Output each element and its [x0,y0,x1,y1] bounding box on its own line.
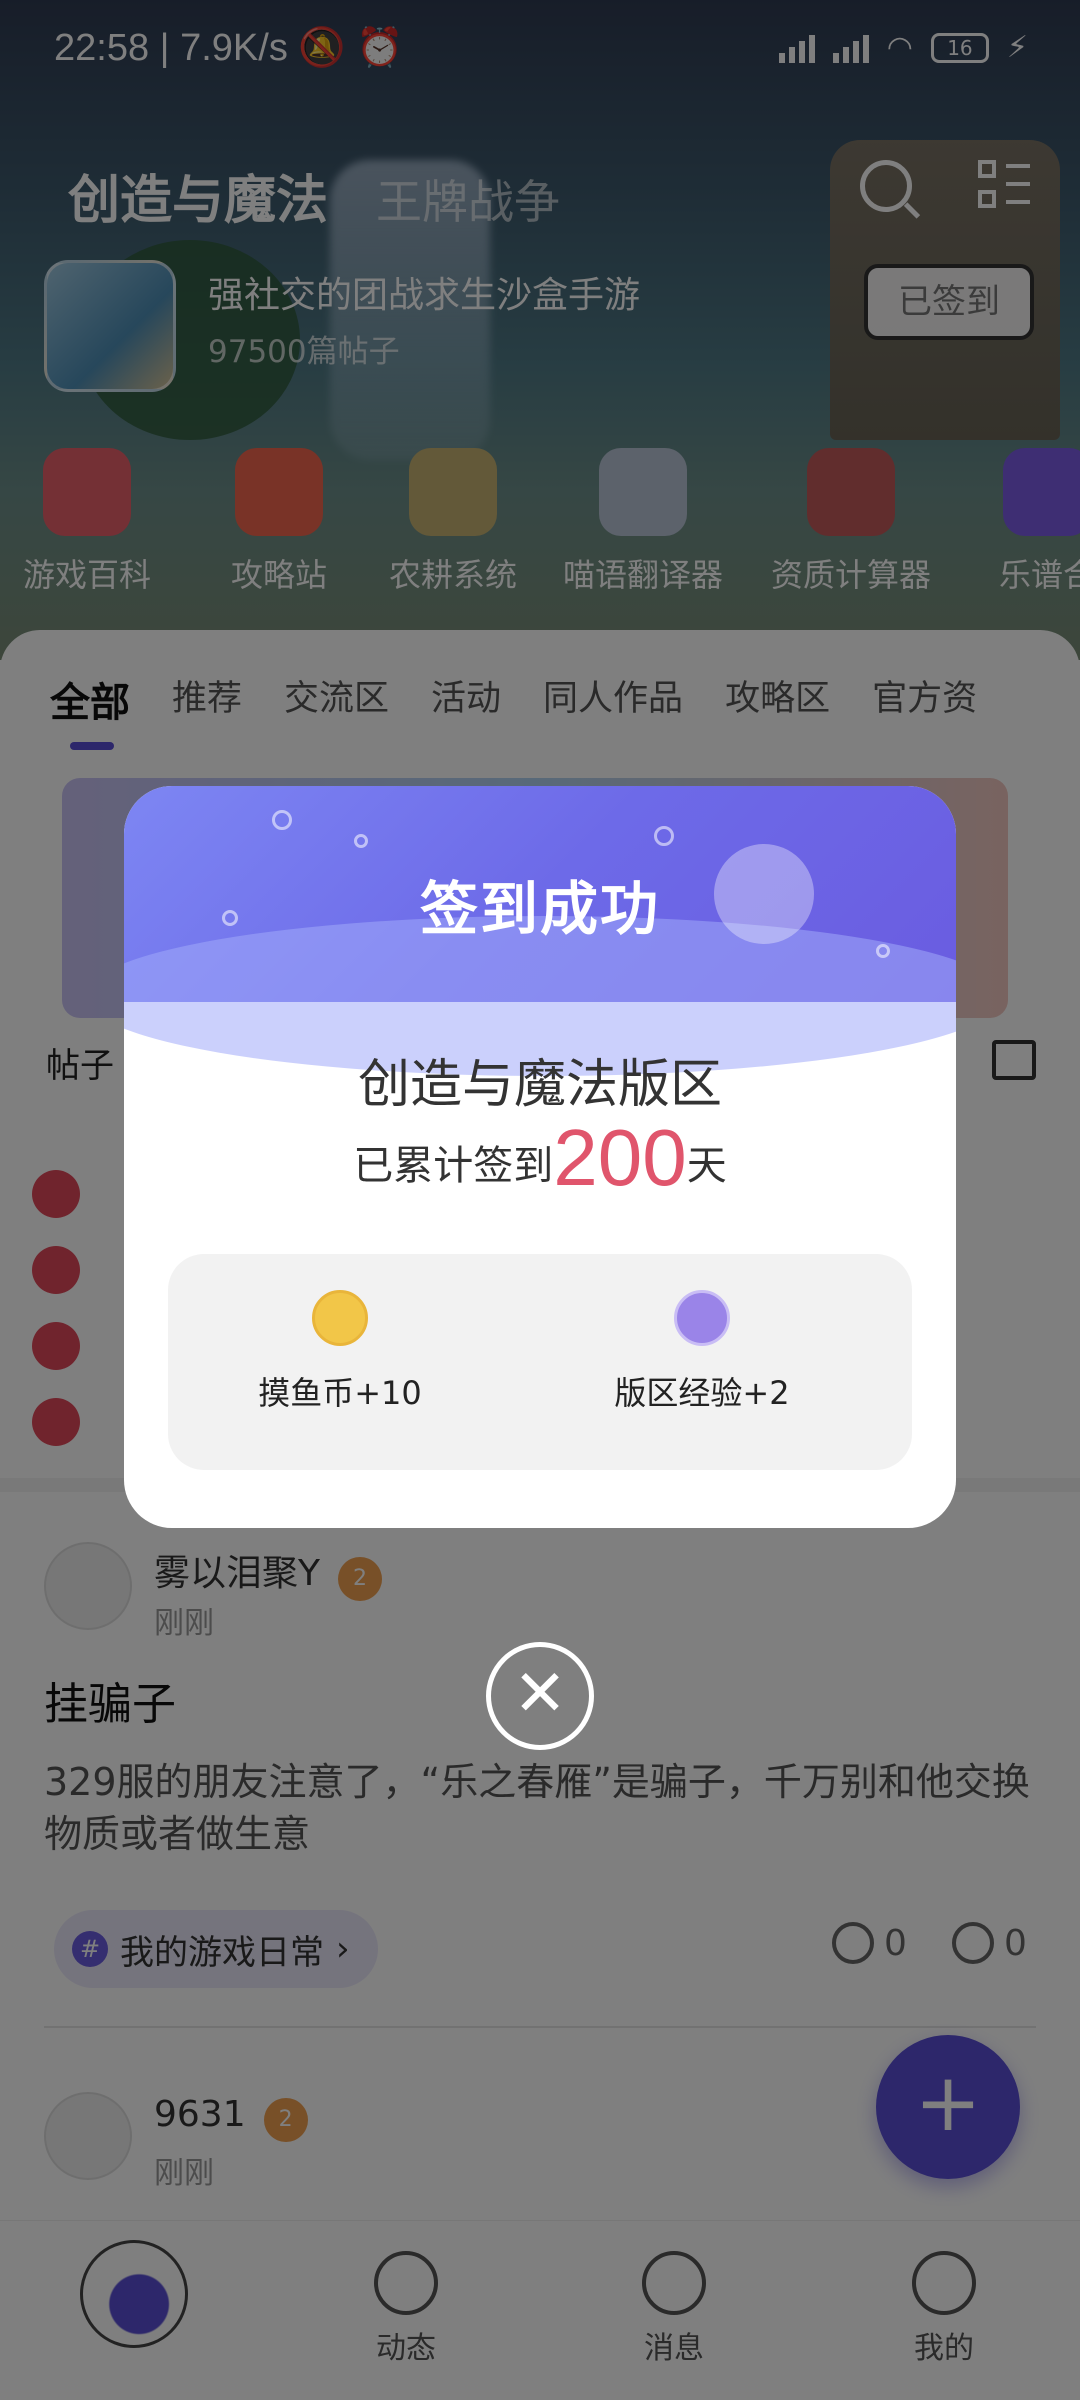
dialog-forum-name: 创造与魔法版区 [357,1055,722,1115]
streak-days: 200 [553,1113,687,1202]
reward-experience: 版区经验+2 [552,1290,852,1414]
star-badge-icon [674,1290,730,1346]
close-dialog-button[interactable]: ✕ [486,1642,594,1750]
dialog-title: 签到成功 [419,875,660,943]
sign-in-success-dialog: 签到成功 创造与魔法版区 已累计签到200天 摸鱼币+10 版区经验+2 [124,786,956,1528]
dialog-header: 签到成功 [124,786,956,1076]
sign-in-streak: 已累计签到200天 [353,1113,727,1202]
reward-box: 摸鱼币+10 版区经验+2 [168,1254,912,1470]
fish-coin-icon [312,1290,368,1346]
reward-coins: 摸鱼币+10 [190,1290,490,1414]
